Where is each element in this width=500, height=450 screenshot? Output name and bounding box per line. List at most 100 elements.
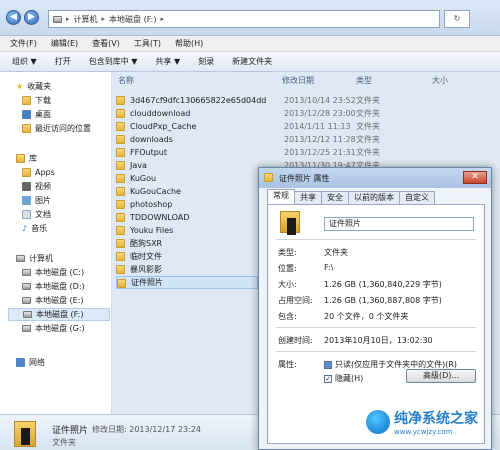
refresh-button[interactable]: ↻ <box>444 10 470 28</box>
column-name[interactable]: 名称 <box>118 75 134 86</box>
menu-bar: 文件(F) 编辑(E) 查看(V) 工具(T) 帮助(H) <box>0 36 500 52</box>
tab-general[interactable]: 常规 <box>267 189 295 204</box>
drive-icon <box>22 325 31 332</box>
dialog-title: 证件照片 属性 <box>279 173 330 183</box>
back-button[interactable]: ◀ <box>6 10 21 25</box>
new-folder-button[interactable]: 新建文件夹 <box>232 56 272 67</box>
file-row-selected[interactable]: 证件照片 <box>116 276 258 289</box>
details-modified: 修改日期: 2013/12/17 23:24 <box>92 425 201 434</box>
video-library-icon <box>22 182 31 191</box>
organize-button[interactable]: 组织 ▼ <box>12 56 37 67</box>
share-button[interactable]: 共享 ▼ <box>155 56 180 67</box>
watermark-logo-icon <box>366 410 390 434</box>
folder-icon <box>264 173 273 182</box>
nav-drive-c[interactable]: 本地磁盘 (C:) <box>22 266 84 279</box>
nav-favorites[interactable]: ★ 收藏夹 <box>16 80 51 93</box>
checkmark-icon: ✓ <box>324 374 332 383</box>
file-row[interactable]: 3d467cf9dfc130665822e65d04dd 2013/10/14 2… <box>116 94 500 107</box>
desktop-icon <box>22 110 31 119</box>
nav-music[interactable]: ♪ 音乐 <box>22 222 47 235</box>
column-size[interactable]: 大小 <box>432 75 448 86</box>
nav-apps[interactable]: Apps <box>22 166 55 179</box>
folder-icon <box>116 213 125 222</box>
nav-drive-g[interactable]: 本地磁盘 (G:) <box>22 322 85 335</box>
type-label: 类型: <box>278 248 297 257</box>
watermark: 纯净系统之家 www.ycwjzy.com <box>366 408 478 436</box>
nav-drive-f[interactable]: 本地磁盘 (F:) <box>8 308 110 321</box>
column-date[interactable]: 修改日期 <box>282 75 314 86</box>
nav-documents[interactable]: 文档 <box>22 208 51 221</box>
address-input[interactable]: ▸ 计算机 ▸ 本地磁盘 (F:) ▸ <box>48 10 440 28</box>
nav-drive-e[interactable]: 本地磁盘 (E:) <box>22 294 84 307</box>
nav-recent[interactable]: 最近访问的位置 <box>22 122 91 135</box>
menu-edit[interactable]: 编辑(E) <box>51 38 78 49</box>
hidden-checkbox[interactable]: ✓ 隐藏(H) <box>324 373 363 384</box>
size-value: 1.26 GB (1,360,840,229 字节) <box>324 280 442 289</box>
nav-downloads[interactable]: 下载 <box>22 94 51 107</box>
location-value: F:\ <box>324 263 334 272</box>
forward-button[interactable]: ▶ <box>24 10 39 25</box>
drive-icon <box>22 297 31 304</box>
folder-icon <box>116 265 125 274</box>
nav-network[interactable]: 网络 <box>16 356 45 369</box>
watermark-text: 纯净系统之家 <box>394 411 478 427</box>
folder-icon <box>14 421 36 447</box>
drive-icon <box>22 283 31 290</box>
divider <box>276 327 476 328</box>
size-on-disk-label: 占用空间: <box>278 296 313 305</box>
size-on-disk-value: 1.26 GB (1,360,887,808 字节) <box>324 296 442 305</box>
folder-icon <box>280 211 300 235</box>
details-name: 证件照片 <box>52 426 89 436</box>
folder-icon <box>22 168 31 177</box>
breadcrumb-drive[interactable]: 本地磁盘 (F:) <box>109 14 156 25</box>
folder-icon <box>116 135 125 144</box>
recent-places-icon <box>22 124 31 133</box>
file-row[interactable]: FFOutput 2013/12/25 21:31 文件夹 <box>116 146 500 159</box>
dialog-titlebar[interactable]: 证件照片 属性 ✕ <box>259 168 491 188</box>
downloads-icon <box>22 96 31 105</box>
nav-drive-d[interactable]: 本地磁盘 (D:) <box>22 280 85 293</box>
nav-libraries[interactable]: 库 <box>16 152 37 165</box>
nav-pictures[interactable]: 图片 <box>22 194 51 207</box>
include-in-library-button[interactable]: 包含到库中 ▼ <box>89 56 138 67</box>
folder-icon <box>116 239 125 248</box>
library-icon <box>16 154 25 163</box>
nav-desktop[interactable]: 桌面 <box>22 108 51 121</box>
divider <box>276 239 476 240</box>
file-row[interactable]: clouddownload 2013/12/28 23:00 文件夹 <box>116 107 500 120</box>
file-row[interactable]: CloudPxp_Cache 2014/1/11 11:13 文件夹 <box>116 120 500 133</box>
network-icon <box>16 358 25 367</box>
menu-file[interactable]: 文件(F) <box>10 38 37 49</box>
nav-videos[interactable]: 视频 <box>22 180 51 193</box>
dialog-tabs: 常规 共享 安全 以前的版本 自定义 <box>267 189 435 204</box>
computer-icon <box>53 15 62 23</box>
folder-name-input[interactable]: 证件照片 <box>324 217 474 231</box>
contains-value: 20 个文件，0 个文件夹 <box>324 312 409 321</box>
nav-computer[interactable]: 计算机 <box>16 252 53 265</box>
folder-icon <box>116 200 125 209</box>
details-type: 文件夹 <box>52 438 76 447</box>
advanced-button[interactable]: 高级(D)... <box>406 369 476 383</box>
close-button[interactable]: ✕ <box>463 171 487 184</box>
menu-tools[interactable]: 工具(T) <box>134 38 161 49</box>
checkbox-indeterminate-icon <box>324 360 332 369</box>
created-label: 创建时间: <box>278 336 313 345</box>
breadcrumb-computer[interactable]: 计算机 <box>74 14 98 25</box>
created-value: 2013年10月10日，13:02:30 <box>324 336 433 345</box>
open-button[interactable]: 打开 <box>55 56 71 67</box>
column-headers: 名称 修改日期 类型 大小 <box>112 72 500 88</box>
drive-icon <box>22 269 31 276</box>
file-row[interactable]: downloads 2013/12/12 11:28 文件夹 <box>116 133 500 146</box>
menu-view[interactable]: 查看(V) <box>92 38 120 49</box>
tab-sharing[interactable]: 共享 <box>294 191 322 204</box>
menu-help[interactable]: 帮助(H) <box>175 38 203 49</box>
column-type[interactable]: 类型 <box>356 75 372 86</box>
tab-previous-versions[interactable]: 以前的版本 <box>348 191 400 204</box>
type-value: 文件夹 <box>324 248 348 257</box>
tab-customize[interactable]: 自定义 <box>399 191 435 204</box>
tab-security[interactable]: 安全 <box>321 191 349 204</box>
folder-icon <box>116 174 125 183</box>
documents-library-icon <box>22 210 31 219</box>
folder-icon <box>116 96 125 105</box>
burn-button[interactable]: 刻录 <box>198 56 214 67</box>
